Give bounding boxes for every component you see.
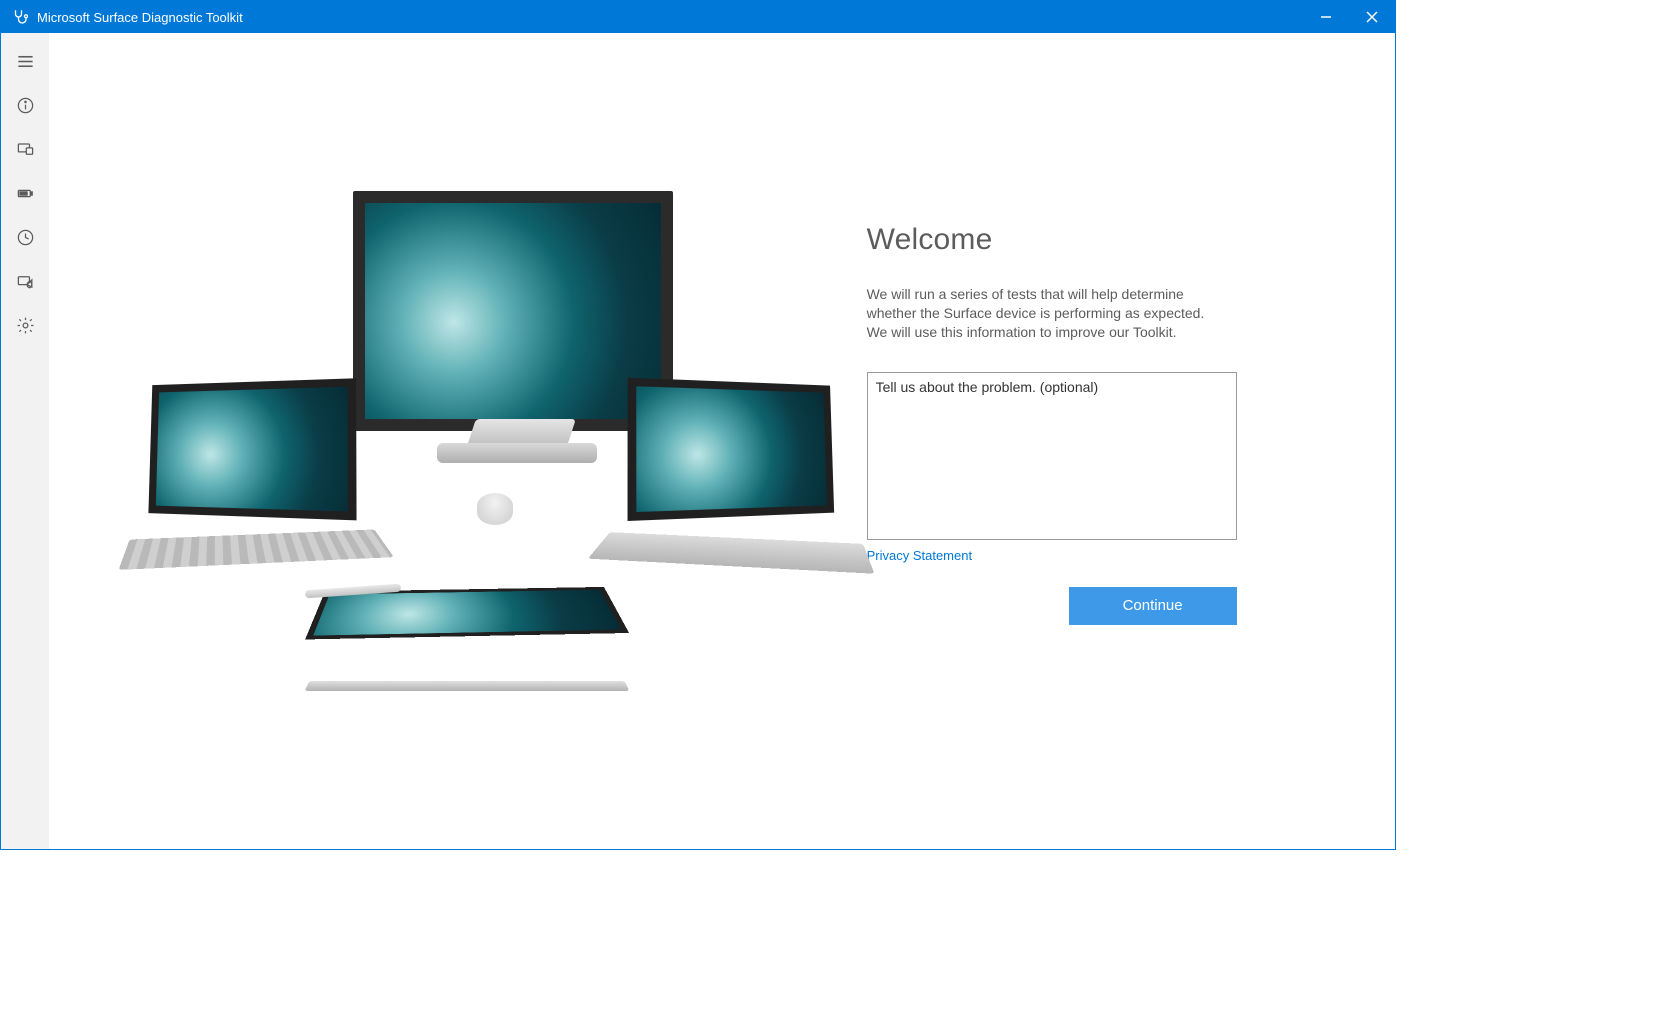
surface-studio-stand-icon xyxy=(443,431,603,481)
close-button[interactable] xyxy=(1349,1,1395,33)
continue-button[interactable]: Continue xyxy=(1069,587,1237,625)
battery-icon[interactable] xyxy=(1,171,49,215)
info-icon[interactable] xyxy=(1,83,49,127)
welcome-panel: Welcome We will run a series of tests th… xyxy=(857,33,1395,849)
content-area: Welcome We will run a series of tests th… xyxy=(49,33,1395,849)
device-icon[interactable] xyxy=(1,127,49,171)
security-icon[interactable] xyxy=(1,259,49,303)
problem-textarea[interactable] xyxy=(867,372,1237,540)
privacy-statement-link[interactable]: Privacy Statement xyxy=(867,548,1335,563)
settings-icon[interactable] xyxy=(1,303,49,347)
hero-image xyxy=(49,33,857,849)
sidebar xyxy=(1,33,49,849)
surface-laptop-icon xyxy=(613,381,873,561)
app-window: Microsoft Surface Diagnostic Toolkit xyxy=(0,0,1396,850)
stethoscope-icon xyxy=(11,8,29,26)
hamburger-icon[interactable] xyxy=(1,39,49,83)
welcome-description: We will run a series of tests that will … xyxy=(867,285,1227,342)
surface-dial-icon xyxy=(477,493,513,525)
surface-book-icon xyxy=(303,561,633,681)
history-icon[interactable] xyxy=(1,215,49,259)
surface-devices-illustration xyxy=(93,161,833,721)
titlebar: Microsoft Surface Diagnostic Toolkit xyxy=(1,1,1395,33)
surface-pro-icon xyxy=(123,381,373,551)
welcome-heading: Welcome xyxy=(867,223,1335,257)
minimize-button[interactable] xyxy=(1303,1,1349,33)
app-title: Microsoft Surface Diagnostic Toolkit xyxy=(37,10,243,25)
